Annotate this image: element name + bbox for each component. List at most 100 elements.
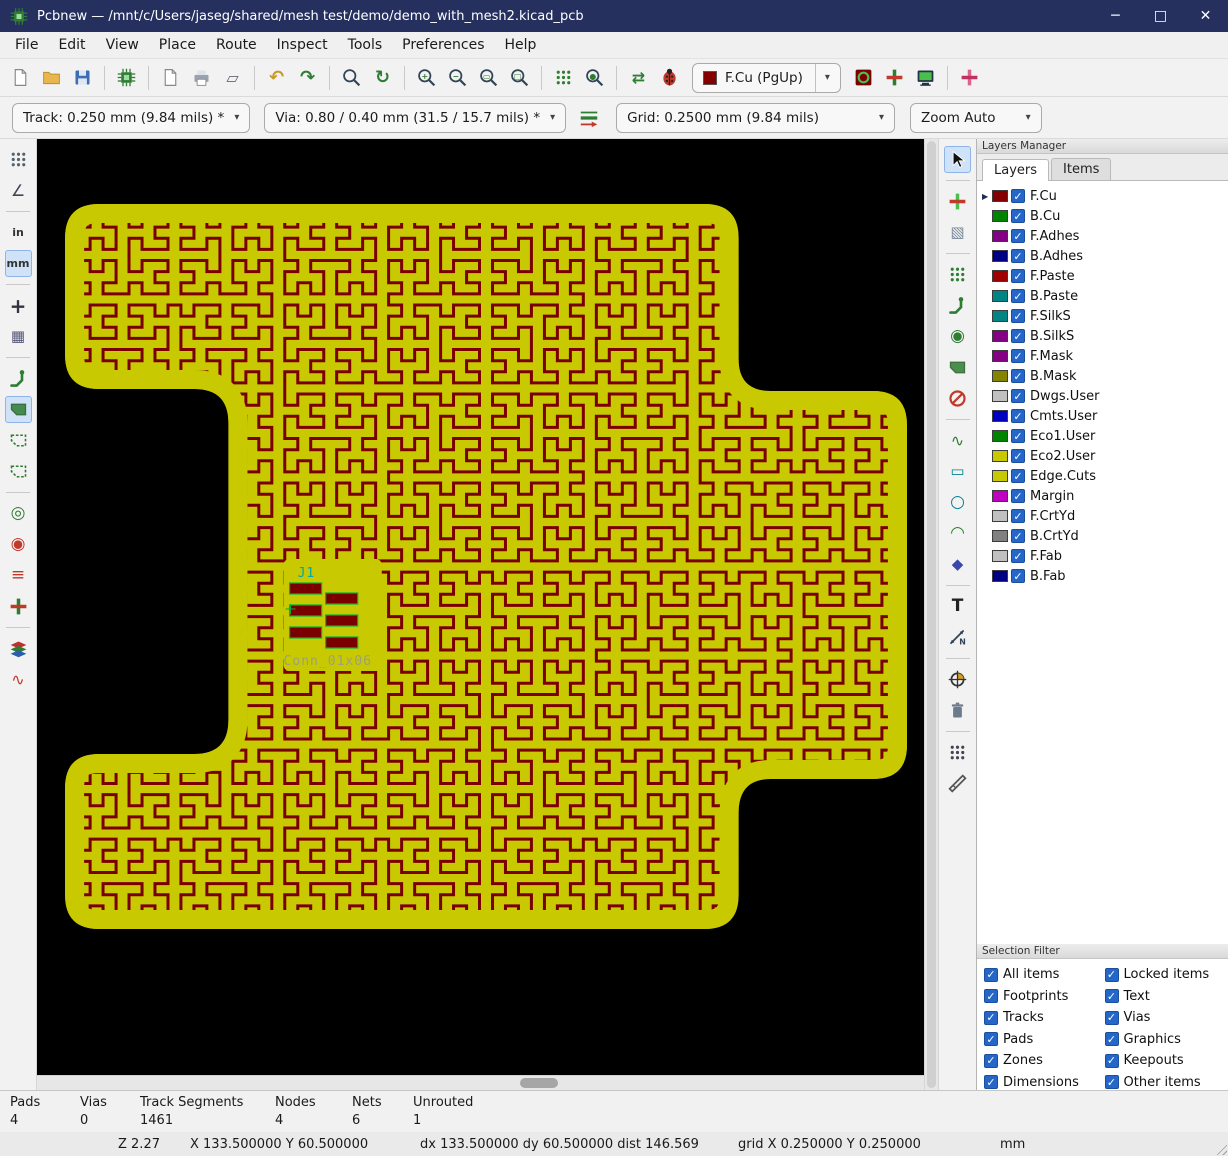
show-ratsnest-icon[interactable] [550, 64, 577, 91]
layer-color-swatch[interactable] [992, 210, 1008, 222]
layer-row-edge-cuts[interactable]: ✓Edge.Cuts [977, 466, 1228, 486]
add-footprint-icon[interactable] [944, 261, 971, 288]
units-mm-icon[interactable]: mm [5, 250, 32, 277]
filter-keepouts[interactable]: ✓Keepouts [1105, 1053, 1226, 1069]
highlight-net-icon[interactable] [850, 64, 877, 91]
add-zone-icon[interactable] [944, 354, 971, 381]
delete-tool-icon[interactable] [944, 697, 971, 724]
layer-color-swatch[interactable] [992, 250, 1008, 262]
layer-visibility-checkbox[interactable]: ✓ [1011, 509, 1025, 523]
footprint-pad[interactable] [290, 627, 322, 638]
filter-checkbox[interactable]: ✓ [984, 1011, 998, 1025]
layer-visibility-checkbox[interactable]: ✓ [1011, 349, 1025, 363]
via-size-selector[interactable]: Via: 0.80 / 0.40 mm (31.5 / 15.7 mils) *… [264, 103, 566, 133]
zone-outline-mode-icon[interactable] [5, 427, 32, 454]
filter-checkbox[interactable]: ✓ [984, 1075, 998, 1089]
page-settings-icon[interactable] [157, 64, 184, 91]
filter-checkbox[interactable]: ✓ [1105, 1054, 1119, 1068]
pcb-canvas[interactable]: J1Conn_01x06 [37, 139, 924, 1075]
filter-other-items[interactable]: ✓Other items [1105, 1075, 1226, 1091]
layer-color-swatch[interactable] [992, 270, 1008, 282]
drc-icon[interactable] [656, 64, 683, 91]
route-tracks-icon[interactable] [944, 292, 971, 319]
layer-row-f-silks[interactable]: ✓F.SilkS [977, 306, 1228, 326]
layer-visibility-checkbox[interactable]: ✓ [1011, 249, 1025, 263]
zoom-to-objects-icon[interactable]: ● [581, 64, 608, 91]
open-board-icon[interactable] [38, 64, 65, 91]
via-sketch-mode-icon[interactable]: ◉ [5, 531, 32, 558]
menu-inspect[interactable]: Inspect [267, 33, 338, 57]
add-graphic-circle-icon[interactable]: ○ [944, 489, 971, 516]
grid-settings-icon[interactable] [956, 64, 983, 91]
vertical-scrollbar[interactable] [924, 139, 938, 1090]
filter-tracks[interactable]: ✓Tracks [984, 1010, 1105, 1026]
menu-preferences[interactable]: Preferences [392, 33, 494, 57]
footprint-editor-icon[interactable]: ⇄ [625, 64, 652, 91]
find-icon[interactable] [338, 64, 365, 91]
filter-checkbox[interactable]: ✓ [1105, 968, 1119, 982]
add-keepout-icon[interactable] [944, 385, 971, 412]
track-sketch-mode-icon[interactable]: ≡ [5, 562, 32, 589]
footprint-pad[interactable] [326, 593, 358, 604]
layer-visibility-checkbox[interactable]: ✓ [1011, 469, 1025, 483]
minimize-button[interactable]: ─ [1093, 0, 1138, 32]
plot-icon[interactable]: ▱ [219, 64, 246, 91]
layer-row-b-silks[interactable]: ✓B.SilkS [977, 326, 1228, 346]
layer-visibility-checkbox[interactable]: ✓ [1011, 329, 1025, 343]
layer-color-swatch[interactable] [992, 410, 1008, 422]
filter-pads[interactable]: ✓Pads [984, 1032, 1105, 1048]
zoom-fit-icon[interactable]: ▭ [475, 64, 502, 91]
layer-visibility-checkbox[interactable]: ✓ [1011, 189, 1025, 203]
layer-row-dwgs-user[interactable]: ✓Dwgs.User [977, 386, 1228, 406]
add-dimension-icon[interactable]: N [944, 624, 971, 651]
curved-ratsnest-icon[interactable] [5, 365, 32, 392]
filter-checkbox[interactable]: ✓ [1105, 1011, 1119, 1025]
track-via-size-menu-icon[interactable] [575, 104, 602, 131]
layer-color-swatch[interactable] [992, 470, 1008, 482]
layer-color-swatch[interactable] [992, 230, 1008, 242]
filter-vias[interactable]: ✓Vias [1105, 1010, 1226, 1026]
add-graphic-rect-icon[interactable]: ▭ [944, 458, 971, 485]
layer-visibility-checkbox[interactable]: ✓ [1011, 429, 1025, 443]
filter-dimensions[interactable]: ✓Dimensions [984, 1075, 1105, 1091]
maximize-button[interactable]: □ [1138, 0, 1183, 32]
grid-visibility-icon[interactable] [5, 146, 32, 173]
filter-text[interactable]: ✓Text [1105, 989, 1226, 1005]
polar-coordinates-icon[interactable]: ∠ [5, 177, 32, 204]
add-graphic-line-icon[interactable]: ∿ [944, 427, 971, 454]
zone-nofill-mode-icon[interactable] [5, 458, 32, 485]
layer-color-swatch[interactable] [992, 430, 1008, 442]
update-pcb-icon[interactable] [881, 64, 908, 91]
layer-color-swatch[interactable] [992, 330, 1008, 342]
layer-color-swatch[interactable] [992, 550, 1008, 562]
vertical-scrollbar-thumb[interactable] [927, 141, 936, 1088]
select-tool-icon[interactable] [944, 146, 971, 173]
layer-visibility-checkbox[interactable]: ✓ [1011, 289, 1025, 303]
measure-tool-icon[interactable] [944, 770, 971, 797]
layer-color-swatch[interactable] [992, 370, 1008, 382]
layer-color-swatch[interactable] [992, 310, 1008, 322]
refresh-view-icon[interactable]: ↻ [369, 64, 396, 91]
menu-file[interactable]: File [5, 33, 48, 57]
menu-help[interactable]: Help [495, 33, 547, 57]
high-contrast-mode-icon[interactable] [5, 593, 32, 620]
add-graphic-arc-icon[interactable]: ◠ [944, 520, 971, 547]
grid-size-selector[interactable]: Grid: 0.2500 mm (9.84 mils) ▾ [616, 103, 895, 133]
filter-checkbox[interactable]: ✓ [984, 1054, 998, 1068]
layer-visibility-checkbox[interactable]: ✓ [1011, 369, 1025, 383]
layer-row-f-paste[interactable]: ✓F.Paste [977, 266, 1228, 286]
layer-row-eco1-user[interactable]: ✓Eco1.User [977, 426, 1228, 446]
menu-edit[interactable]: Edit [48, 33, 95, 57]
layer-visibility-checkbox[interactable]: ✓ [1011, 389, 1025, 403]
menu-tools[interactable]: Tools [338, 33, 393, 57]
zoom-out-icon[interactable]: − [444, 64, 471, 91]
new-board-icon[interactable] [7, 64, 34, 91]
layer-color-swatch[interactable] [992, 510, 1008, 522]
redo-icon[interactable]: ↷ [294, 64, 321, 91]
layer-visibility-checkbox[interactable]: ✓ [1011, 549, 1025, 563]
close-button[interactable]: ✕ [1183, 0, 1228, 32]
layer-visibility-checkbox[interactable]: ✓ [1011, 269, 1025, 283]
layer-color-swatch[interactable] [992, 190, 1008, 202]
layer-visibility-checkbox[interactable]: ✓ [1011, 229, 1025, 243]
zoom-selection-icon[interactable]: □ [506, 64, 533, 91]
